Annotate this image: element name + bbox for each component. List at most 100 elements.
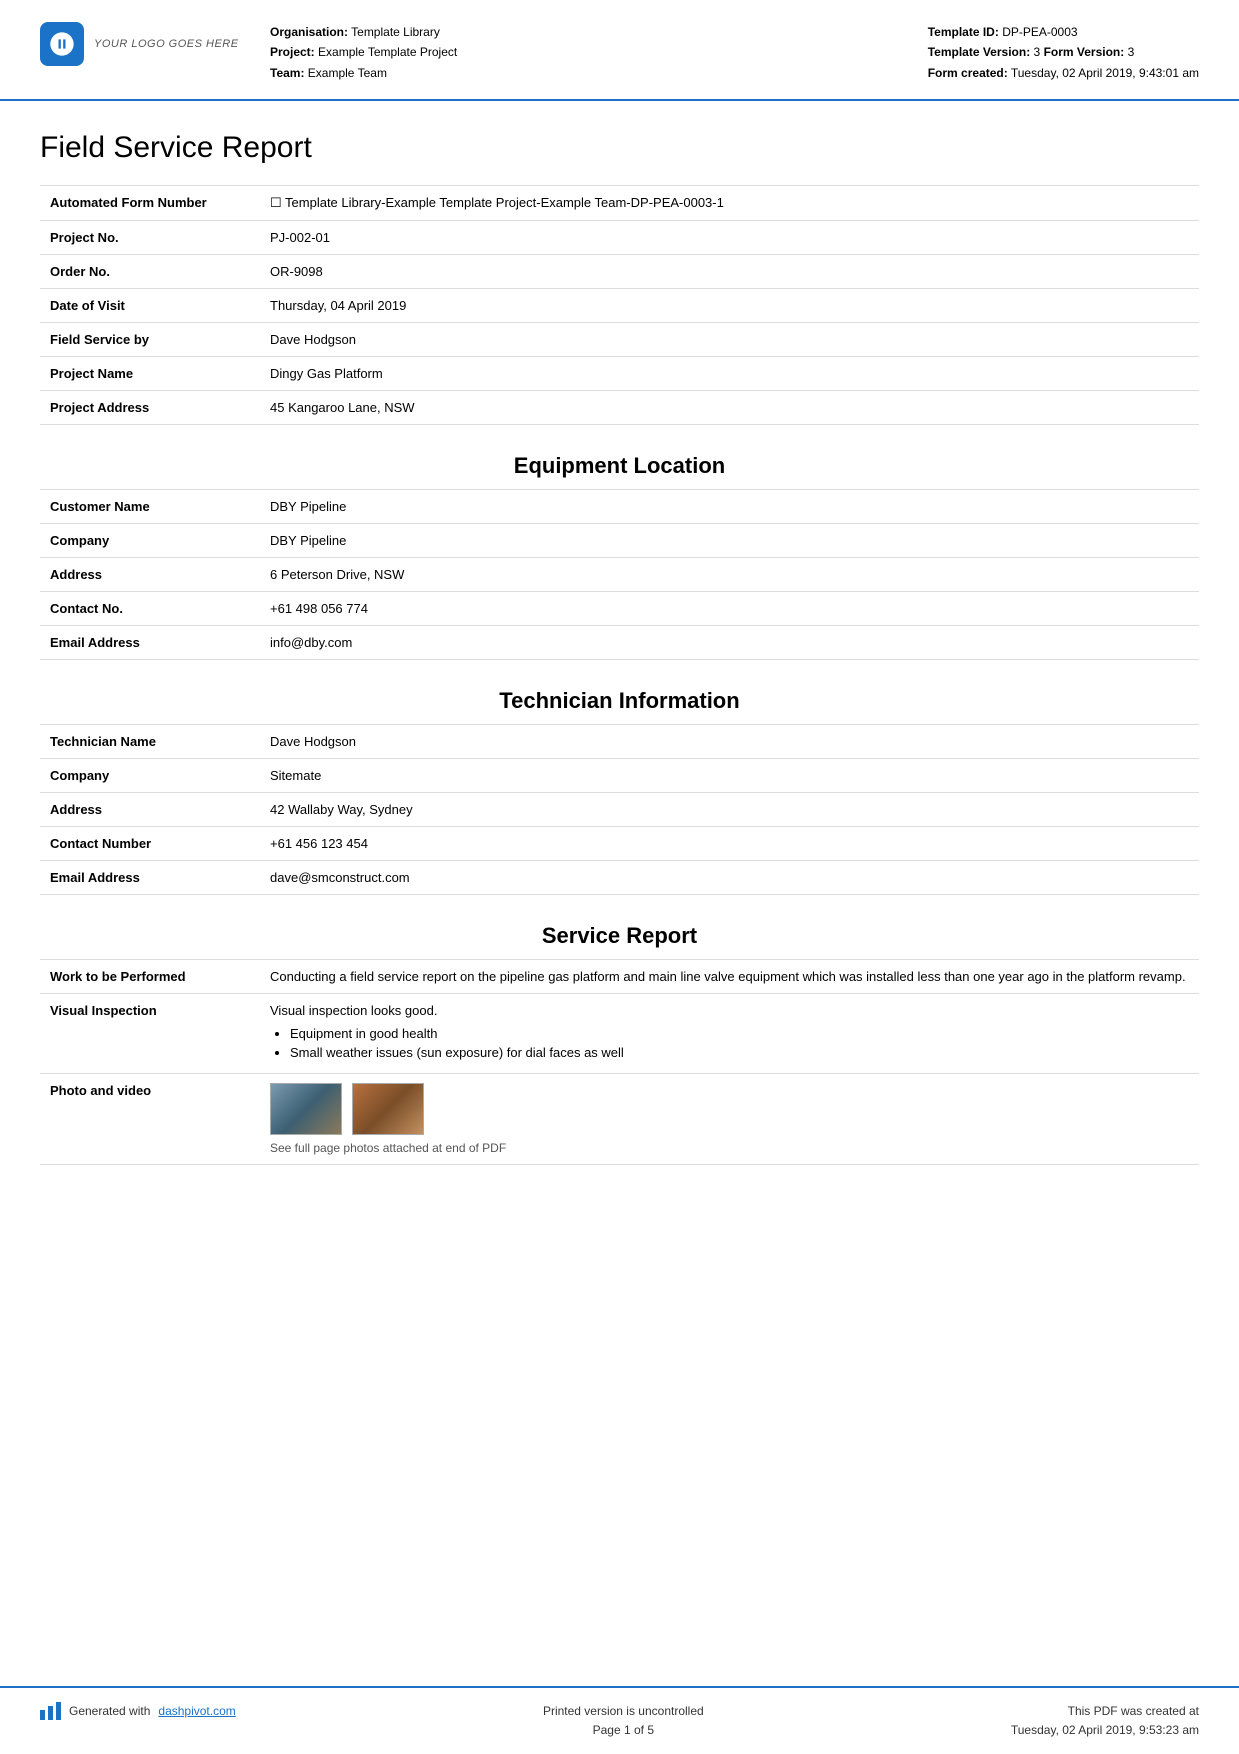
field-label: Address <box>40 793 260 827</box>
org-label: Organisation: <box>270 25 348 39</box>
field-value: +61 456 123 454 <box>260 827 1199 861</box>
section-table-1: Technician Name Dave Hodgson Company Sit… <box>40 724 1199 895</box>
field-label: Photo and video <box>40 1074 260 1165</box>
field-value: 42 Wallaby Way, Sydney <box>260 793 1199 827</box>
field-value: Sitemate <box>260 759 1199 793</box>
field-label: Date of Visit <box>40 289 260 323</box>
bar2 <box>48 1706 53 1720</box>
section-0-row-4: Email Address info@dby.com <box>40 626 1199 660</box>
footer-right-line2: Tuesday, 02 April 2019, 9:53:23 am <box>1011 1721 1199 1740</box>
field-label: Address <box>40 558 260 592</box>
field-value: info@dby.com <box>260 626 1199 660</box>
form-row-0: Automated Form Number ☐ Template Library… <box>40 186 1199 221</box>
photo-2 <box>352 1083 424 1135</box>
field-label: Contact No. <box>40 592 260 626</box>
header: YOUR LOGO GOES HERE Organisation: Templa… <box>0 0 1239 101</box>
field-label: Company <box>40 759 260 793</box>
template-id-value: DP-PEA-0003 <box>1002 25 1077 39</box>
field-value: OR-9098 <box>260 255 1199 289</box>
section-0-row-3: Contact No. +61 498 056 774 <box>40 592 1199 626</box>
footer-right: This PDF was created at Tuesday, 02 Apri… <box>1011 1702 1199 1740</box>
org-value: Template Library <box>351 25 440 39</box>
field-label: Company <box>40 524 260 558</box>
field-value: DBY Pipeline <box>260 524 1199 558</box>
field-value: Visual inspection looks good.Equipment i… <box>260 994 1199 1074</box>
form-row-6: Project Address 45 Kangaroo Lane, NSW <box>40 391 1199 425</box>
header-meta-right: Template ID: DP-PEA-0003 Template Versio… <box>928 22 1199 83</box>
form-version-label: Form Version: <box>1044 45 1125 59</box>
project-label: Project: <box>270 45 315 59</box>
field-value: dave@smconstruct.com <box>260 861 1199 895</box>
field-text: +61 498 056 774 <box>270 601 368 616</box>
form-row-5: Project Name Dingy Gas Platform <box>40 357 1199 391</box>
field-label: Order No. <box>40 255 260 289</box>
sections-container: Equipment Location Customer Name DBY Pip… <box>40 435 1199 1165</box>
field-value: ☐ Template Library-Example Template Proj… <box>260 186 1199 221</box>
template-id-line: Template ID: DP-PEA-0003 <box>928 22 1199 42</box>
field-label: Email Address <box>40 861 260 895</box>
photo-container <box>270 1083 1189 1135</box>
bar3 <box>56 1702 61 1720</box>
section-1-row-1: Company Sitemate <box>40 759 1199 793</box>
field-text: Visual inspection looks good. <box>270 1003 437 1018</box>
field-text: Conducting a field service report on the… <box>270 969 1186 984</box>
section-0-row-2: Address 6 Peterson Drive, NSW <box>40 558 1199 592</box>
field-label: Project Address <box>40 391 260 425</box>
field-text: 42 Wallaby Way, Sydney <box>270 802 413 817</box>
field-value: 6 Peterson Drive, NSW <box>260 558 1199 592</box>
main-form-table: Automated Form Number ☐ Template Library… <box>40 185 1199 425</box>
footer-link[interactable]: dashpivot.com <box>158 1704 235 1718</box>
section-2-row-0: Work to be Performed Conducting a field … <box>40 960 1199 994</box>
field-label: Customer Name <box>40 490 260 524</box>
form-row-1: Project No. PJ-002-01 <box>40 221 1199 255</box>
form-created-line: Form created: Tuesday, 02 April 2019, 9:… <box>928 63 1199 83</box>
team-value: Example Team <box>308 66 387 80</box>
field-text: DBY Pipeline <box>270 499 346 514</box>
org-line: Organisation: Template Library <box>270 22 898 42</box>
field-label: Field Service by <box>40 323 260 357</box>
logo-text: YOUR LOGO GOES HERE <box>94 38 239 50</box>
field-label: Work to be Performed <box>40 960 260 994</box>
field-label: Automated Form Number <box>40 186 260 221</box>
team-line: Team: Example Team <box>270 63 898 83</box>
section-1-row-4: Email Address dave@smconstruct.com <box>40 861 1199 895</box>
form-row-2: Order No. OR-9098 <box>40 255 1199 289</box>
section-1-row-0: Technician Name Dave Hodgson <box>40 725 1199 759</box>
generated-text: Generated with <box>69 1704 150 1718</box>
field-text: Dave Hodgson <box>270 734 356 749</box>
section-table-0: Customer Name DBY Pipeline Company DBY P… <box>40 489 1199 660</box>
field-label: Visual Inspection <box>40 994 260 1074</box>
section-heading-2: Service Report <box>40 905 1199 959</box>
field-value: Dingy Gas Platform <box>260 357 1199 391</box>
main-content: Field Service Report Automated Form Numb… <box>0 101 1239 1685</box>
section-heading-0: Equipment Location <box>40 435 1199 489</box>
field-value: Conducting a field service report on the… <box>260 960 1199 994</box>
field-value: DBY Pipeline <box>260 490 1199 524</box>
template-version-value: 3 <box>1034 45 1041 59</box>
section-table-2: Work to be Performed Conducting a field … <box>40 959 1199 1165</box>
field-label: Project Name <box>40 357 260 391</box>
field-value: Dave Hodgson <box>260 725 1199 759</box>
section-0-row-0: Customer Name DBY Pipeline <box>40 490 1199 524</box>
field-value: See full page photos attached at end of … <box>260 1074 1199 1165</box>
page-title: Field Service Report <box>40 131 1199 165</box>
section-heading-1: Technician Information <box>40 670 1199 724</box>
list-item: Small weather issues (sun exposure) for … <box>290 1045 1189 1060</box>
footer-logo-icon <box>40 1702 61 1720</box>
page: YOUR LOGO GOES HERE Organisation: Templa… <box>0 0 1239 1754</box>
logo-icon <box>40 22 84 66</box>
template-id-label: Template ID: <box>928 25 999 39</box>
section-1-row-2: Address 42 Wallaby Way, Sydney <box>40 793 1199 827</box>
logo-area: YOUR LOGO GOES HERE <box>40 22 240 66</box>
field-text: +61 456 123 454 <box>270 836 368 851</box>
field-text: dave@smconstruct.com <box>270 870 410 885</box>
field-value: Thursday, 04 April 2019 <box>260 289 1199 323</box>
field-text: 6 Peterson Drive, NSW <box>270 567 404 582</box>
logo-svg <box>48 30 76 58</box>
field-text: Sitemate <box>270 768 321 783</box>
form-version-value: 3 <box>1128 45 1135 59</box>
section-0-row-1: Company DBY Pipeline <box>40 524 1199 558</box>
project-line: Project: Example Template Project <box>270 42 898 62</box>
field-value: Dave Hodgson <box>260 323 1199 357</box>
project-value: Example Template Project <box>318 45 457 59</box>
